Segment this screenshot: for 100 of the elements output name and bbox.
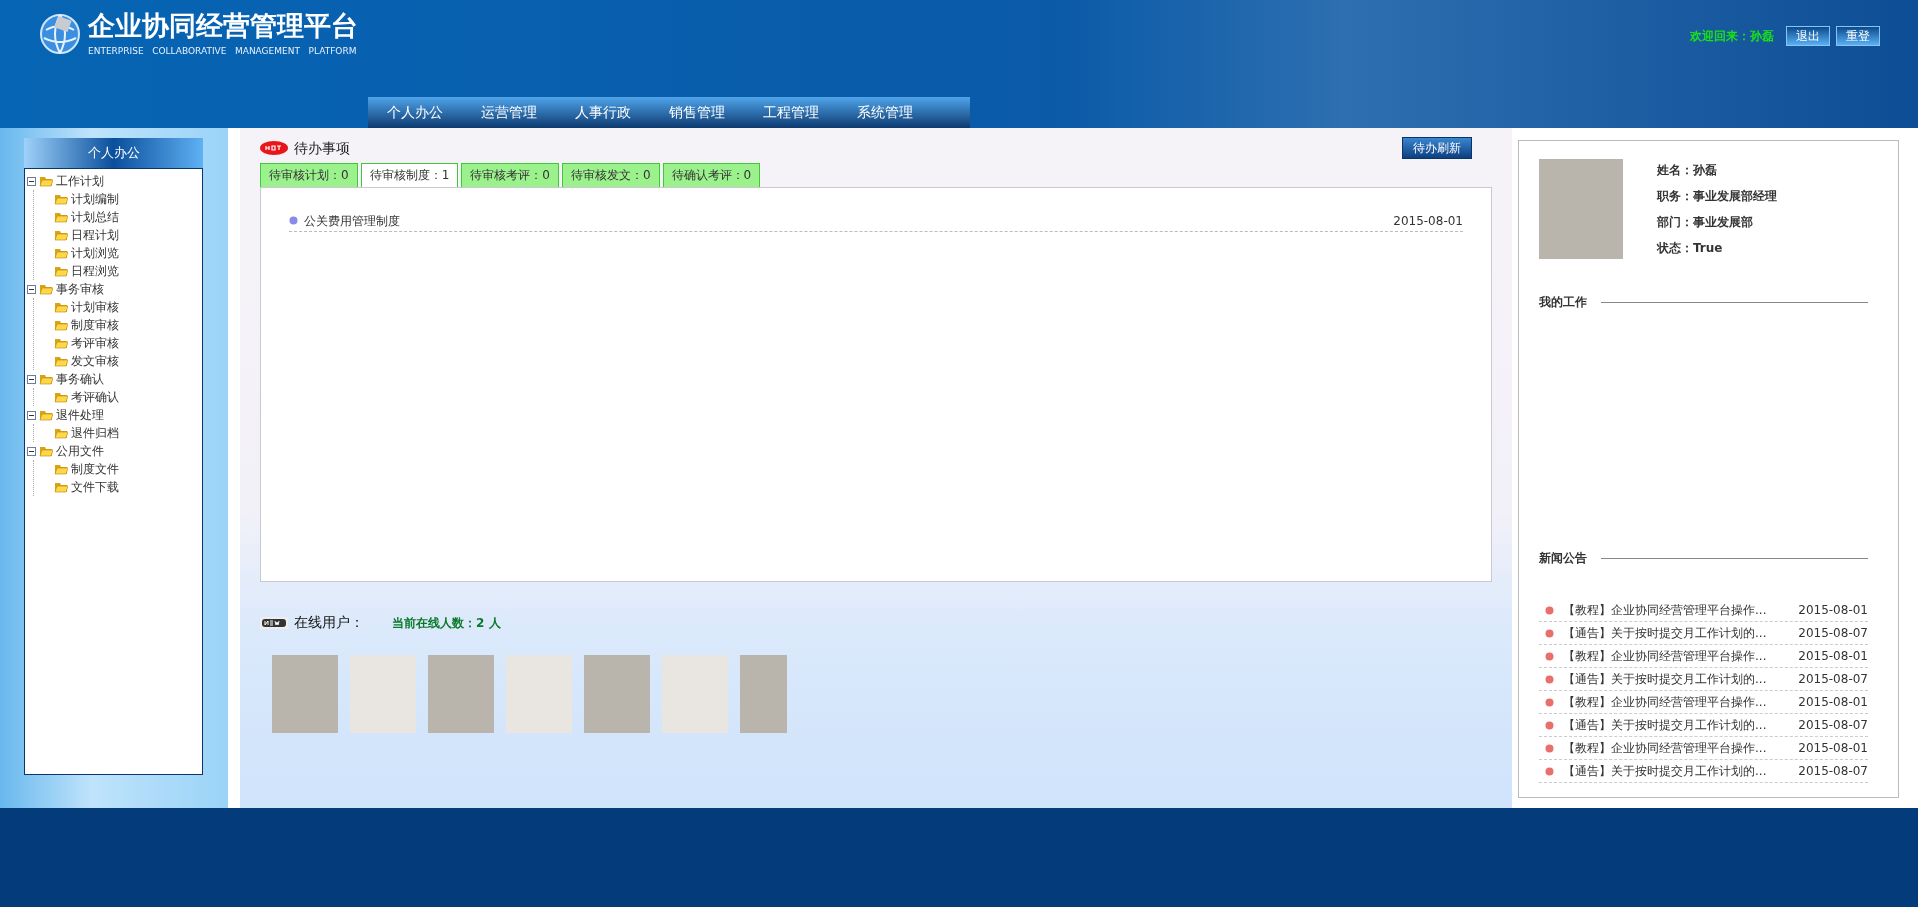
folder-icon	[54, 229, 68, 241]
welcome-text: 欢迎回来：孙磊	[1690, 28, 1774, 45]
nav-menu-item[interactable]: 销售管理	[650, 97, 744, 128]
news-link[interactable]: 【教程】企业协同经营管理平台操作...	[1563, 739, 1767, 757]
news-link[interactable]: 【通告】关于按时提交月工作计划的...	[1563, 624, 1767, 642]
news-date: 2015-08-01	[1798, 740, 1868, 757]
tree-node[interactable]: 日程浏览	[71, 262, 119, 280]
nav-menu-item[interactable]: 个人办公	[368, 97, 462, 128]
news-date: 2015-08-07	[1798, 671, 1868, 688]
bullet-icon	[1545, 674, 1554, 684]
tab[interactable]: 待确认考评：0	[662, 163, 761, 187]
app-title: 企业协同经营管理平台	[88, 12, 358, 39]
todo-link[interactable]: 公关费用管理制度	[304, 211, 400, 230]
folder-icon	[39, 283, 53, 295]
news-date: 2015-08-01	[1798, 694, 1868, 711]
bullet-icon	[1545, 605, 1554, 615]
bullet-icon	[289, 216, 298, 225]
sidebar-title: 个人办公	[24, 138, 203, 168]
profile-field: 姓名：孙磊	[1657, 161, 1777, 187]
news-link[interactable]: 【通告】关于按时提交月工作计划的...	[1563, 762, 1767, 780]
news-date: 2015-08-01	[1798, 602, 1868, 619]
section-title: 新闻公告	[1539, 550, 1587, 567]
photo-placeholder[interactable]	[662, 655, 728, 733]
folder-icon	[54, 301, 68, 313]
logout-button[interactable]: 退出	[1786, 26, 1830, 46]
photo-placeholder[interactable]	[350, 655, 416, 733]
profile-field: 状态：True	[1657, 239, 1777, 265]
folder-icon	[54, 355, 68, 367]
folder-icon	[39, 409, 53, 421]
folder-icon	[54, 211, 68, 223]
photo-placeholder[interactable]	[506, 655, 572, 733]
tab[interactable]: 待审核计划：0	[260, 163, 358, 187]
section-title: 我的工作	[1539, 294, 1587, 311]
tab[interactable]: 待审核考评：0	[461, 163, 559, 187]
app-subtitle: ENTERPRISE COLLABORATIVE MANAGEMENT PLATFORM	[88, 45, 358, 58]
section-title: 待办事项	[294, 138, 350, 158]
tree-node[interactable]: 计划总结	[71, 208, 119, 226]
tree-node[interactable]: 文件下载	[71, 478, 119, 496]
photo-placeholder[interactable]	[272, 655, 338, 733]
news-link[interactable]: 【教程】企业协同经营管理平台操作...	[1563, 647, 1767, 665]
news-date: 2015-08-07	[1798, 717, 1868, 734]
folder-icon	[39, 445, 53, 457]
profile-field: 部门：事业发展部	[1657, 213, 1777, 239]
tree-node[interactable]: 制度文件	[71, 460, 119, 478]
relogin-button[interactable]: 重登	[1836, 26, 1880, 46]
photo-placeholder[interactable]	[740, 655, 787, 733]
tree-node[interactable]: 考评审核	[71, 334, 119, 352]
photo-placeholder[interactable]	[584, 655, 650, 733]
tree-node[interactable]: 事务确认	[56, 370, 104, 388]
bullet-icon	[1545, 766, 1554, 776]
hot-badge-icon	[260, 141, 288, 155]
folder-icon	[39, 175, 53, 187]
tree-node[interactable]: 发文审核	[71, 352, 119, 370]
tree-node[interactable]: 公用文件	[56, 442, 104, 460]
new-badge-icon	[260, 616, 288, 629]
folder-icon	[54, 427, 68, 439]
section-title: 在线用户：	[294, 613, 364, 632]
folder-icon	[54, 337, 68, 349]
tree-node[interactable]: 计划编制	[71, 190, 119, 208]
tree-node[interactable]: 考评确认	[71, 388, 119, 406]
online-count: 当前在线人数：2 人	[392, 614, 501, 632]
photo-placeholder[interactable]	[428, 655, 494, 733]
folder-icon	[54, 391, 68, 403]
bullet-icon	[1545, 743, 1554, 753]
news-link[interactable]: 【通告】关于按时提交月工作计划的...	[1563, 716, 1767, 734]
folder-icon	[54, 247, 68, 259]
tab[interactable]: 待审核制度：1	[360, 163, 459, 187]
nav-menu-item[interactable]: 人事行政	[556, 97, 650, 128]
nav-menu-item[interactable]: 系统管理	[838, 97, 932, 128]
tree-node[interactable]: 计划浏览	[71, 244, 119, 262]
news-date: 2015-08-01	[1798, 648, 1868, 665]
news-link[interactable]: 【通告】关于按时提交月工作计划的...	[1563, 670, 1767, 688]
tree-node[interactable]: 退件处理	[56, 406, 104, 424]
tree-node[interactable]: 制度审核	[71, 316, 119, 334]
bullet-icon	[1545, 720, 1554, 730]
folder-icon	[39, 373, 53, 385]
news-link[interactable]: 【教程】企业协同经营管理平台操作...	[1563, 601, 1767, 619]
news-date: 2015-08-07	[1798, 625, 1868, 642]
tree-node[interactable]: 工作计划	[56, 172, 104, 190]
news-date: 2015-08-07	[1798, 763, 1868, 780]
folder-icon	[54, 265, 68, 277]
tree-node[interactable]: 事务审核	[56, 280, 104, 298]
nav-menu-item[interactable]: 运营管理	[462, 97, 556, 128]
bullet-icon	[1545, 697, 1554, 707]
tab[interactable]: 待审核发文：0	[561, 163, 660, 187]
folder-icon	[54, 481, 68, 493]
profile-field: 职务：事业发展部经理	[1657, 187, 1777, 213]
globe-logo-icon	[38, 12, 82, 56]
refresh-button[interactable]: 待办刷新	[1402, 137, 1472, 159]
nav-menu-item[interactable]: 工程管理	[744, 97, 838, 128]
news-link[interactable]: 【教程】企业协同经营管理平台操作...	[1563, 693, 1767, 711]
todo-date: 2015-08-01	[1393, 212, 1463, 230]
folder-icon	[54, 193, 68, 205]
tree-node[interactable]: 退件归档	[71, 424, 119, 442]
folder-icon	[54, 463, 68, 475]
bullet-icon	[1545, 651, 1554, 661]
tree-node[interactable]: 计划审核	[71, 298, 119, 316]
tree-node[interactable]: 日程计划	[71, 226, 119, 244]
folder-icon	[54, 319, 68, 331]
bullet-icon	[1545, 628, 1554, 638]
